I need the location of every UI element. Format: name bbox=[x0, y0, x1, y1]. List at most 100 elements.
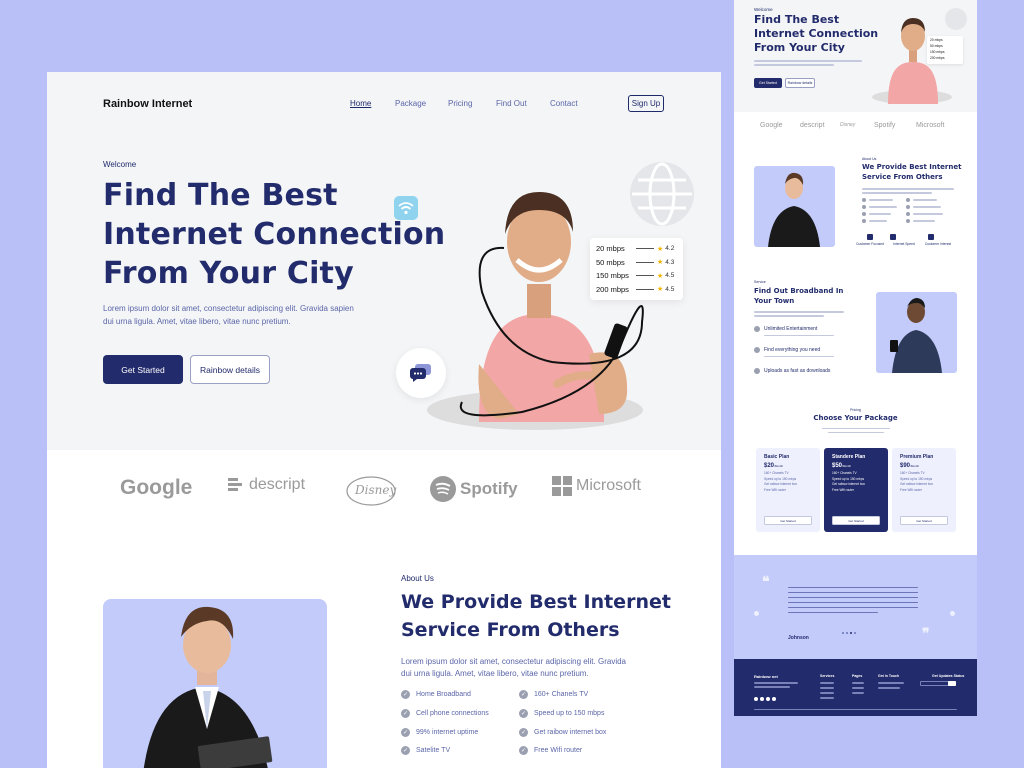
nav-link-pricing[interactable]: Pricing bbox=[448, 99, 472, 108]
preview-broadband-title: Find Out Broadband In Your Town bbox=[754, 286, 843, 306]
google-logo: Google bbox=[120, 476, 192, 500]
about-title-line: Service From Others bbox=[401, 619, 620, 641]
preview-feature-item bbox=[862, 212, 891, 216]
preview-speed-card: 20 mbps 50 mbps 150 mbps 200 mbps bbox=[927, 36, 963, 64]
feature-item: ✓ Cell phone connections bbox=[401, 709, 489, 718]
check-icon: ✓ bbox=[401, 709, 410, 718]
hero-title-line: From Your City bbox=[103, 256, 354, 291]
preview-title-line: Find The Best bbox=[754, 13, 840, 26]
speed-rating: 4.3 bbox=[665, 258, 675, 266]
preview-rainbow-details-button[interactable]: Rainbow details bbox=[785, 78, 815, 88]
hero-title-line: Internet Connection bbox=[103, 217, 446, 252]
footer-subscribe-button[interactable] bbox=[948, 681, 956, 686]
check-icon: ✓ bbox=[519, 690, 528, 699]
preview-broadband-label: Service bbox=[754, 280, 766, 284]
preview-feature-item bbox=[906, 212, 943, 216]
preview-broadband-item: Uploads as fast as downloads bbox=[754, 368, 830, 374]
footer-col-heading: Get Updates Status bbox=[932, 674, 965, 678]
about-label: About Us bbox=[401, 574, 434, 583]
hero-description-line: Lorem ipsum dolor sit amet, consectetur … bbox=[103, 304, 354, 313]
microsoft-icon bbox=[552, 476, 572, 496]
preview-plan-premium: Premium Plan $90/Month 160+ Chanels TV Sp… bbox=[892, 448, 956, 532]
logo-label: Google bbox=[120, 476, 193, 499]
about-title: We Provide Best Internet Service From Ot… bbox=[401, 588, 671, 644]
brand-logo[interactable]: Rainbow Internet bbox=[103, 98, 192, 110]
logo-label: Disney bbox=[355, 483, 397, 497]
preview-about-title: We Provide Best Internet Service From Ot… bbox=[862, 162, 961, 182]
speed-rating-card: 20 mbps ★ 4.2 50 mbps ★ 4.3 150 mbps ★ 4.5 200… bbox=[590, 238, 683, 300]
preview-customer-icon bbox=[867, 234, 873, 240]
quote-close-icon: ❞ bbox=[922, 625, 930, 641]
rainbow-details-button[interactable]: Rainbow details bbox=[190, 355, 270, 384]
nav-link-package[interactable]: Package bbox=[395, 99, 426, 108]
preview-feature-item bbox=[906, 198, 937, 202]
preview-feature-item bbox=[906, 219, 935, 223]
preview-about-title-line: Service From Others bbox=[862, 173, 943, 181]
hero-description: Lorem ipsum dolor sit amet, consectetur … bbox=[103, 302, 373, 328]
preview-logo-google: Google bbox=[760, 122, 783, 129]
preview-about-label: About Us bbox=[862, 157, 877, 161]
plan-get-started-button[interactable]: Get Started bbox=[900, 516, 948, 525]
preview-feature-item bbox=[906, 205, 941, 209]
plan-name: Standere Plan bbox=[832, 454, 866, 460]
hero-welcome-label: Welcome bbox=[103, 160, 137, 169]
hero-title: Find The Best Internet Connection From Y… bbox=[103, 176, 445, 293]
plan-get-started-button[interactable]: Get Started bbox=[832, 516, 880, 525]
footer-col-heading: Get In Touch bbox=[878, 674, 900, 678]
feature-item: ✓ Get raibow internet box bbox=[519, 728, 607, 737]
speed-value: 50 mbps bbox=[596, 257, 625, 267]
preview-broadband-title-line: Find Out Broadband In bbox=[754, 287, 844, 295]
get-started-button[interactable]: Get Started bbox=[103, 355, 183, 384]
preview-package-title: Choose Your Package bbox=[813, 414, 898, 422]
preview-broadband-title-line: Your Town bbox=[754, 297, 795, 305]
nav-link-contact[interactable]: Contact bbox=[550, 99, 578, 108]
preview-speed-value: 200 mbps bbox=[930, 56, 945, 60]
preview-title-line: Internet Connection bbox=[754, 27, 879, 40]
feature-item: ✓ 160+ Chanels TV bbox=[519, 690, 589, 699]
preview-get-started-button[interactable]: Get Started bbox=[754, 78, 782, 88]
nav-link-find-out[interactable]: Find Out bbox=[496, 99, 527, 108]
star-icon: ★ bbox=[657, 259, 664, 267]
nav-link-home[interactable]: Home bbox=[350, 99, 371, 108]
star-icon: ★ bbox=[657, 245, 664, 253]
preview-about-title-line: We Provide Best Internet bbox=[862, 163, 962, 171]
check-icon: ✓ bbox=[401, 746, 410, 755]
plan-features: 160+ Chanels TV Speed up to 150 mbps Get r… bbox=[764, 471, 797, 492]
testimonial-prev-arrow[interactable] bbox=[754, 611, 759, 616]
star-icon: ★ bbox=[657, 272, 664, 280]
testimonial-next-arrow[interactable] bbox=[950, 611, 955, 616]
preview-hero-title: Find The Best Internet Connection From Y… bbox=[754, 13, 878, 55]
hero-section: Rainbow Internet Home Package Pricing Fi… bbox=[47, 72, 721, 450]
descript-logo: descript bbox=[227, 476, 305, 494]
preview-plan-standard: Standere Plan $50/Month 160+ Chanels TV S… bbox=[824, 448, 888, 532]
plan-get-started-button[interactable]: Get Started bbox=[764, 516, 812, 525]
preview-feature-item bbox=[862, 198, 893, 202]
chat-icon[interactable] bbox=[396, 348, 446, 398]
sign-up-button[interactable]: Sign Up bbox=[628, 95, 664, 112]
feature-item: ✓ 99% internet uptime bbox=[401, 728, 479, 737]
preview-logo-descript: descript bbox=[800, 122, 825, 129]
feature-item: ✓ Satelite TV bbox=[401, 746, 451, 755]
preview-broadband-item: Find everything you need bbox=[754, 347, 820, 353]
plan-name: Basic Plan bbox=[764, 454, 790, 460]
speed-row: 200 mbps ★ 4.5 bbox=[596, 283, 677, 297]
speed-value: 20 mbps bbox=[596, 244, 625, 254]
plan-features: 160+ Chanels TV Speed up to 150 mbps Get r… bbox=[832, 471, 865, 492]
preview-hero: Welcome Find The Best Internet Connectio… bbox=[734, 0, 977, 112]
preview-title-line: From Your City bbox=[754, 41, 845, 54]
check-icon: ✓ bbox=[401, 728, 410, 737]
testimonial-pagination[interactable] bbox=[842, 632, 856, 634]
footer-social-icons[interactable] bbox=[754, 697, 776, 701]
preview-broadband-photo bbox=[876, 292, 957, 373]
preview-about-photo bbox=[754, 166, 835, 247]
globe-icon bbox=[630, 162, 694, 226]
about-description-line: dui urna ligula. Amet, vitae libero, vit… bbox=[401, 669, 589, 678]
speed-row: 150 mbps ★ 4.5 bbox=[596, 269, 677, 283]
preview-feature-item bbox=[862, 219, 887, 223]
footer-col-heading: Pages bbox=[852, 674, 863, 678]
preview-testimonial-section: ❝ Johnson ❞ bbox=[734, 555, 977, 659]
preview-welcome-label: Welcome bbox=[754, 7, 773, 12]
preview-hero-description bbox=[754, 58, 864, 68]
preview-package-label: Pricing bbox=[850, 408, 861, 412]
preview-icon-label: Customer Focused bbox=[856, 242, 884, 246]
